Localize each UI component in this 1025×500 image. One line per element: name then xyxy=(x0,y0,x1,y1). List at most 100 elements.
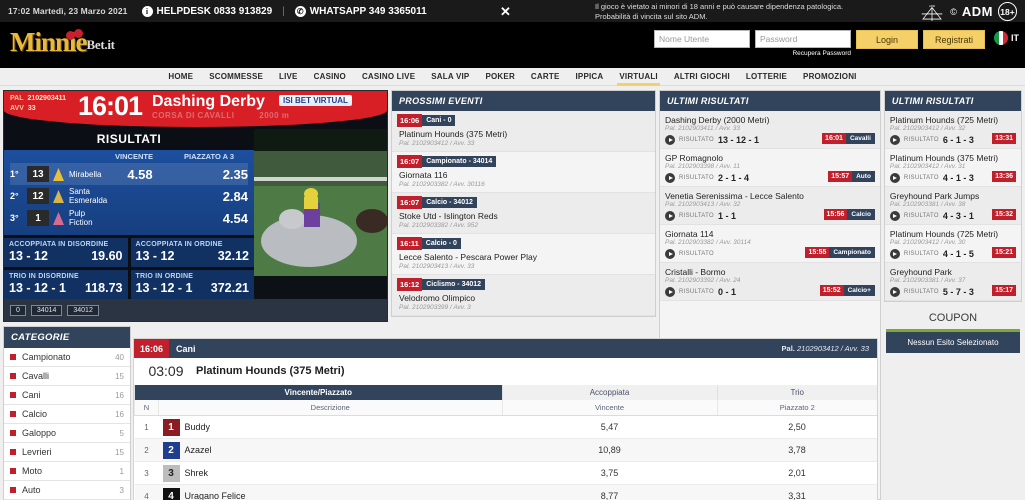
nav-item-sala-vip[interactable]: SALA VIP xyxy=(423,69,477,84)
play-icon[interactable] xyxy=(889,211,900,221)
upcoming-event-item[interactable]: 16:11 Calcio - 0 Lecce Salento - Pescara P… xyxy=(392,234,655,275)
past-result-item[interactable]: Dashing Derby (2000 Metri) Pal. 210290341… xyxy=(660,111,880,149)
category-count: 40 xyxy=(115,352,124,362)
past-result-item[interactable]: GP Romagnolo Pal. 2102903398 / Avv. 11 RIS… xyxy=(660,149,880,187)
odds-vincente[interactable]: 8,77 xyxy=(502,485,717,500)
table-row[interactable]: 1 1 Buddy 5,47 2,50 xyxy=(134,416,877,439)
recover-password-link[interactable]: Recupera Password xyxy=(755,50,851,57)
ultimi-risultati-mid-list: Dashing Derby (2000 Metri) Pal. 210290341… xyxy=(660,111,880,301)
play-icon[interactable] xyxy=(665,211,675,221)
play-icon[interactable] xyxy=(665,287,675,297)
play-icon[interactable] xyxy=(665,173,675,183)
nav-item-ippica[interactable]: IPPICA xyxy=(567,69,611,84)
past-result-item[interactable]: Platinum Hounds (725 Metri) Pal. 21029034… xyxy=(884,111,1021,149)
result-label: RISULTATO xyxy=(903,251,939,257)
past-result-item[interactable]: Venetia Serenissima - Lecce Salento Pal. … xyxy=(660,187,880,225)
result-row: 3° 1 Pulp Fiction 4.54 xyxy=(10,207,248,229)
upcoming-event-item[interactable]: 16:07 Campionato - 34014 Giornata 116 Pal. … xyxy=(392,152,655,193)
category-item-galoppo[interactable]: Galoppo 5 xyxy=(4,424,130,443)
past-result-item[interactable]: Giornata 114 Pal. 2102903382 / Avv. 30114… xyxy=(660,225,880,263)
nav-item-scommesse[interactable]: SCOMMESSE xyxy=(201,69,271,84)
combo-box: TRIO IN DISORDINE 13 - 12 - 1 118.73 xyxy=(4,270,128,299)
past-result-item[interactable]: Platinum Hounds (375 Metri) Pal. 21029034… xyxy=(884,149,1021,187)
odds-piazzato[interactable]: 3,78 xyxy=(717,439,877,462)
site-logo[interactable]: MinnieBet.it xyxy=(10,27,115,63)
category-item-levrieri[interactable]: Levrieri 15 xyxy=(4,443,130,462)
event-name: Velodromo Olimpico xyxy=(399,293,476,303)
event-pal: Pal. 2102903399 / Avv. 3 xyxy=(399,304,471,311)
category-item-moto[interactable]: Moto 1 xyxy=(4,462,130,481)
password-input[interactable]: Password xyxy=(755,30,851,48)
nav-item-casino-live[interactable]: CASINO LIVE xyxy=(354,69,423,84)
whatsapp-icon: ✆ xyxy=(294,5,306,17)
odds-vincente[interactable]: 3,75 xyxy=(502,462,717,485)
odds-piazzato[interactable]: 3,31 xyxy=(717,485,877,500)
nav-item-live[interactable]: LIVE xyxy=(271,69,306,84)
category-count: 15 xyxy=(115,447,124,457)
table-row[interactable]: 2 2 Azazel 10,89 3,78 xyxy=(134,438,877,462)
upcoming-event-item[interactable]: 16:06 Cani - 0 Platinum Hounds (375 Metri)… xyxy=(392,111,655,152)
odds-group-vincente-piazzato[interactable]: Vincente/Piazzato xyxy=(134,385,502,400)
pal-value: 2102903412 / Avv. 33 xyxy=(796,344,869,353)
video-tag[interactable]: 34012 xyxy=(67,304,99,316)
race-video-player[interactable]: PAL 2102903411 AVV 33 16:01 Dashing Derby … xyxy=(3,90,388,322)
register-button[interactable]: Registrati xyxy=(923,30,985,49)
table-row[interactable]: 3 3 Shrek 3,75 2,01 xyxy=(134,462,877,485)
upcoming-event-item[interactable]: 16:07 Calcio - 34012 Stoke Utd - Islington… xyxy=(392,193,655,234)
runner-name: Shrek xyxy=(184,468,209,478)
past-result-item[interactable]: Greyhound Park Pal. 2102903381 / Avv. 37 R… xyxy=(884,263,1021,301)
close-icon[interactable]: ✕ xyxy=(500,4,511,20)
nav-item-casino[interactable]: CASINO xyxy=(306,69,354,84)
category-item-auto[interactable]: Auto 3 xyxy=(4,481,130,500)
odds-group-trio[interactable]: Trio xyxy=(716,385,877,400)
table-row[interactable]: 4 4 Uragano Felice 8,77 3,31 xyxy=(134,484,877,500)
category-item-campionato[interactable]: Campionato 40 xyxy=(4,348,130,367)
category-item-cavalli[interactable]: Cavalli 15 xyxy=(4,367,130,386)
bullet-icon xyxy=(10,392,16,398)
language-selector[interactable]: IT xyxy=(994,31,1019,45)
nav-item-carte[interactable]: CARTE xyxy=(523,69,568,84)
nav-item-home[interactable]: HOME xyxy=(160,69,201,84)
category-label: Moto xyxy=(22,466,43,476)
username-input[interactable]: Nome Utente xyxy=(654,30,750,48)
result-time-badge: 16:01 xyxy=(822,133,846,144)
play-icon[interactable] xyxy=(665,249,675,259)
nav-item-poker[interactable]: POKER xyxy=(477,69,522,84)
odds-vincente[interactable]: 5,47 xyxy=(502,416,717,439)
past-result-item[interactable]: Greyhound Park Jumps Pal. 2102903381 / Av… xyxy=(884,187,1021,225)
play-icon[interactable] xyxy=(889,287,900,297)
odds-piazzato[interactable]: 2,50 xyxy=(717,416,877,439)
video-tag[interactable]: 34014 xyxy=(30,304,63,316)
quad-row-1: ACCOPPIATA IN DISORDINE 13 - 12 19.60 ACCOP… xyxy=(4,238,254,267)
runner-name: Azazel xyxy=(184,445,212,455)
login-area: Nome Utente Password Recupera Password L… xyxy=(654,30,1019,57)
runner-index: 4 xyxy=(144,491,149,500)
category-item-calcio[interactable]: Calcio 16 xyxy=(4,405,130,424)
play-icon[interactable] xyxy=(889,173,900,183)
category-item-cani[interactable]: Cani 16 xyxy=(4,386,130,405)
nav-item-lotterie[interactable]: LOTTERIE xyxy=(738,69,795,84)
nav-item-promozioni[interactable]: PROMOZIONI xyxy=(795,69,865,84)
result-piazzato-odds: 2.84 xyxy=(222,188,248,204)
odds-vincente[interactable]: 10,89 xyxy=(502,439,717,462)
play-icon[interactable] xyxy=(889,249,900,259)
video-tag[interactable]: 0 xyxy=(10,304,26,316)
event-name: Lecce Salento - Pescara Power Play xyxy=(399,252,537,262)
upcoming-event-item[interactable]: 16:12 Ciclismo - 34012 Velodromo Olimpico P… xyxy=(392,275,655,316)
play-icon[interactable] xyxy=(889,135,900,145)
play-icon[interactable] xyxy=(665,135,675,145)
result-time-badge: 15:32 xyxy=(992,209,1016,220)
past-result-item[interactable]: Platinum Hounds (725 Metri) Pal. 21029034… xyxy=(884,225,1021,263)
nav-item-altri-giochi[interactable]: ALTRI GIOCHI xyxy=(666,69,738,84)
login-button[interactable]: Login xyxy=(856,30,918,49)
nav-item-virtuali[interactable]: VIRTUALI xyxy=(611,69,666,86)
categories-title: CATEGORIE xyxy=(4,327,130,348)
odds-group-accoppiata[interactable]: Accoppiata xyxy=(501,385,717,400)
result-value: 5 - 7 - 3 xyxy=(942,287,974,297)
event-time-badge: 16:06 xyxy=(397,114,423,127)
categories-panel: CATEGORIE Campionato 40 Cavalli 15 Cani 16 Cal… xyxy=(3,326,131,500)
odds-piazzato[interactable]: 2,01 xyxy=(717,462,877,485)
pal-label: Pal. xyxy=(781,344,795,353)
past-result-item[interactable]: Cristalli - Bormo Pal. 2102903392 / Avv. … xyxy=(660,263,880,301)
combo-payout: 32.12 xyxy=(217,249,249,263)
